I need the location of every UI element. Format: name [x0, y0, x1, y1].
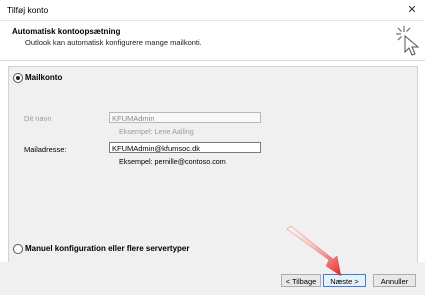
title-bar: Tilføj konto ✕: [0, 0, 425, 21]
email-label: Mailadresse:: [24, 145, 67, 154]
header-subtitle: Outlook kan automatisk konfigurere mange…: [25, 38, 202, 47]
cancel-button[interactable]: Annuller: [373, 274, 416, 287]
email-field[interactable]: KFUMAdmin@kfumsoc.dk: [109, 142, 261, 153]
mail-account-radio[interactable]: [13, 73, 23, 83]
name-field[interactable]: KFUMAdmin: [109, 112, 261, 123]
button-bar: < Tilbage Næste > Annuller: [0, 262, 425, 295]
wizard-header: Automatisk kontoopsætning Outlook kan au…: [0, 21, 425, 61]
next-button[interactable]: Næste >: [323, 274, 366, 287]
close-icon[interactable]: ✕: [404, 2, 420, 18]
options-panel: Mailkonto Dit navn KFUMAdmin Eksempel: L…: [8, 66, 418, 263]
email-example: Eksempel: pernille@contoso.com: [119, 157, 226, 166]
manual-config-label[interactable]: Manuel konfiguration eller flere servert…: [25, 244, 190, 253]
cursor-click-icon: [396, 26, 420, 56]
name-example: Eksempel: Lene Aalling: [119, 127, 194, 136]
manual-config-radio[interactable]: [13, 244, 23, 254]
back-button[interactable]: < Tilbage: [281, 274, 321, 287]
mail-account-label[interactable]: Mailkonto: [25, 73, 62, 82]
header-title: Automatisk kontoopsætning: [12, 27, 121, 36]
name-label: Dit navn: [24, 114, 52, 123]
window-title: Tilføj konto: [7, 5, 49, 15]
